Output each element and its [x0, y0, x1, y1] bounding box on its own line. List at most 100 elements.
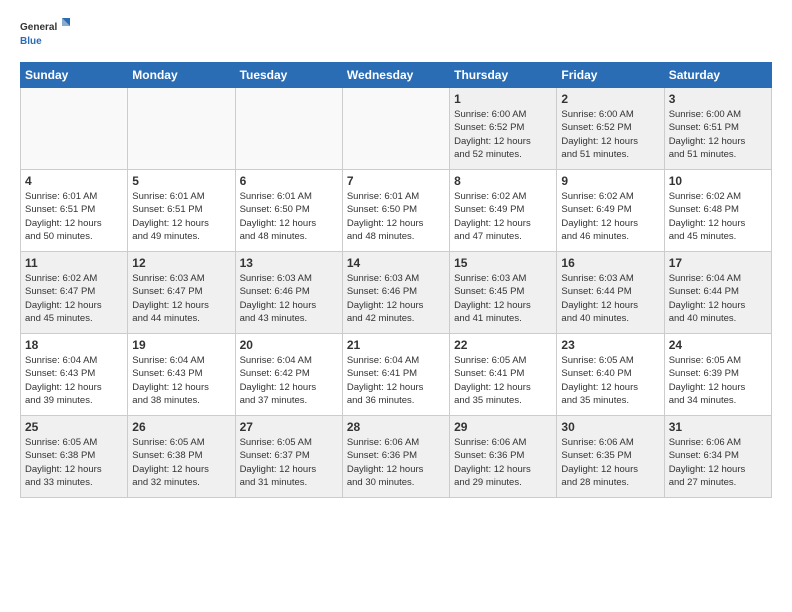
- day-info: Sunrise: 6:03 AM Sunset: 6:46 PM Dayligh…: [240, 272, 338, 325]
- day-info: Sunrise: 6:02 AM Sunset: 6:48 PM Dayligh…: [669, 190, 767, 243]
- day-info: Sunrise: 6:05 AM Sunset: 6:39 PM Dayligh…: [669, 354, 767, 407]
- calendar-cell: [21, 88, 128, 170]
- calendar-cell: 14 Sunrise: 6:03 AM Sunset: 6:46 PM Dayli…: [342, 252, 449, 334]
- calendar-cell: 17Sunrise: 6:04 AM Sunset: 6:44 PM Dayli…: [664, 252, 771, 334]
- calendar-cell: 9Sunrise: 6:02 AM Sunset: 6:49 PM Daylig…: [557, 170, 664, 252]
- day-number: 30: [561, 420, 659, 434]
- calendar-cell: [128, 88, 235, 170]
- calendar-week-2: 4 Sunrise: 6:01 AM Sunset: 6:51 PM Daylig…: [21, 170, 772, 252]
- header-thursday: Thursday: [450, 63, 557, 88]
- day-number: 8: [454, 174, 552, 188]
- day-info: Sunrise: 6:06 AM Sunset: 6:36 PM Dayligh…: [347, 436, 445, 489]
- day-number: 27: [240, 420, 338, 434]
- day-number: 24: [669, 338, 767, 352]
- calendar-cell: 7 Sunrise: 6:01 AM Sunset: 6:50 PM Daylig…: [342, 170, 449, 252]
- day-number: 1: [454, 92, 552, 106]
- calendar-cell: 23 Sunrise: 6:05 AM Sunset: 6:40 PM Dayli…: [557, 334, 664, 416]
- day-info: Sunrise: 6:06 AM Sunset: 6:35 PM Dayligh…: [561, 436, 659, 489]
- day-number: 26: [132, 420, 230, 434]
- calendar-cell: 27 Sunrise: 6:05 AM Sunset: 6:37 PM Dayli…: [235, 416, 342, 498]
- day-info: Sunrise: 6:05 AM Sunset: 6:38 PM Dayligh…: [132, 436, 230, 489]
- day-number: 3: [669, 92, 767, 106]
- calendar-cell: 12 Sunrise: 6:03 AM Sunset: 6:47 PM Dayli…: [128, 252, 235, 334]
- day-info: Sunrise: 6:02 AM Sunset: 6:49 PM Dayligh…: [561, 190, 659, 243]
- day-number: 22: [454, 338, 552, 352]
- day-number: 14: [347, 256, 445, 270]
- calendar-week-1: 1Sunrise: 6:00 AM Sunset: 6:52 PM Daylig…: [21, 88, 772, 170]
- day-number: 28: [347, 420, 445, 434]
- calendar-cell: 24 Sunrise: 6:05 AM Sunset: 6:39 PM Dayli…: [664, 334, 771, 416]
- calendar-cell: 4 Sunrise: 6:01 AM Sunset: 6:51 PM Daylig…: [21, 170, 128, 252]
- day-info: Sunrise: 6:04 AM Sunset: 6:41 PM Dayligh…: [347, 354, 445, 407]
- calendar-cell: 10 Sunrise: 6:02 AM Sunset: 6:48 PM Dayli…: [664, 170, 771, 252]
- day-info: Sunrise: 6:02 AM Sunset: 6:49 PM Dayligh…: [454, 190, 552, 243]
- day-info: Sunrise: 6:06 AM Sunset: 6:36 PM Dayligh…: [454, 436, 552, 489]
- day-info: Sunrise: 6:04 AM Sunset: 6:43 PM Dayligh…: [25, 354, 123, 407]
- day-number: 21: [347, 338, 445, 352]
- calendar-cell: 26 Sunrise: 6:05 AM Sunset: 6:38 PM Dayli…: [128, 416, 235, 498]
- day-info: Sunrise: 6:05 AM Sunset: 6:37 PM Dayligh…: [240, 436, 338, 489]
- header-saturday: Saturday: [664, 63, 771, 88]
- svg-text:General: General: [20, 22, 57, 33]
- calendar-week-5: 25 Sunrise: 6:05 AM Sunset: 6:38 PM Dayli…: [21, 416, 772, 498]
- calendar-cell: [342, 88, 449, 170]
- day-info: Sunrise: 6:03 AM Sunset: 6:44 PM Dayligh…: [561, 272, 659, 325]
- header-wednesday: Wednesday: [342, 63, 449, 88]
- day-number: 7: [347, 174, 445, 188]
- header-sunday: Sunday: [21, 63, 128, 88]
- day-number: 10: [669, 174, 767, 188]
- calendar-cell: 15 Sunrise: 6:03 AM Sunset: 6:45 PM Dayli…: [450, 252, 557, 334]
- header-tuesday: Tuesday: [235, 63, 342, 88]
- day-info: Sunrise: 6:01 AM Sunset: 6:51 PM Dayligh…: [25, 190, 123, 243]
- day-number: 15: [454, 256, 552, 270]
- calendar-cell: 20Sunrise: 6:04 AM Sunset: 6:42 PM Dayli…: [235, 334, 342, 416]
- header: General Blue: [20, 16, 772, 52]
- calendar-cell: 3Sunrise: 6:00 AM Sunset: 6:51 PM Daylig…: [664, 88, 771, 170]
- calendar-table: SundayMondayTuesdayWednesdayThursdayFrid…: [20, 62, 772, 498]
- day-info: Sunrise: 6:06 AM Sunset: 6:34 PM Dayligh…: [669, 436, 767, 489]
- day-number: 19: [132, 338, 230, 352]
- day-number: 31: [669, 420, 767, 434]
- header-monday: Monday: [128, 63, 235, 88]
- day-number: 6: [240, 174, 338, 188]
- calendar-cell: 31 Sunrise: 6:06 AM Sunset: 6:34 PM Dayli…: [664, 416, 771, 498]
- day-info: Sunrise: 6:01 AM Sunset: 6:51 PM Dayligh…: [132, 190, 230, 243]
- day-number: 11: [25, 256, 123, 270]
- day-number: 25: [25, 420, 123, 434]
- calendar-cell: 19Sunrise: 6:04 AM Sunset: 6:43 PM Dayli…: [128, 334, 235, 416]
- calendar-cell: 28 Sunrise: 6:06 AM Sunset: 6:36 PM Dayli…: [342, 416, 449, 498]
- calendar-cell: 18 Sunrise: 6:04 AM Sunset: 6:43 PM Dayli…: [21, 334, 128, 416]
- day-number: 17: [669, 256, 767, 270]
- day-number: 12: [132, 256, 230, 270]
- day-number: 23: [561, 338, 659, 352]
- calendar-week-3: 11Sunrise: 6:02 AM Sunset: 6:47 PM Dayli…: [21, 252, 772, 334]
- day-number: 5: [132, 174, 230, 188]
- calendar-cell: 2Sunrise: 6:00 AM Sunset: 6:52 PM Daylig…: [557, 88, 664, 170]
- logo: General Blue: [20, 16, 70, 52]
- day-info: Sunrise: 6:01 AM Sunset: 6:50 PM Dayligh…: [347, 190, 445, 243]
- day-number: 2: [561, 92, 659, 106]
- calendar-week-4: 18 Sunrise: 6:04 AM Sunset: 6:43 PM Dayli…: [21, 334, 772, 416]
- day-number: 4: [25, 174, 123, 188]
- calendar-cell: 11Sunrise: 6:02 AM Sunset: 6:47 PM Dayli…: [21, 252, 128, 334]
- day-info: Sunrise: 6:03 AM Sunset: 6:45 PM Dayligh…: [454, 272, 552, 325]
- calendar-cell: 21 Sunrise: 6:04 AM Sunset: 6:41 PM Dayli…: [342, 334, 449, 416]
- day-number: 18: [25, 338, 123, 352]
- day-info: Sunrise: 6:05 AM Sunset: 6:40 PM Dayligh…: [561, 354, 659, 407]
- day-info: Sunrise: 6:05 AM Sunset: 6:38 PM Dayligh…: [25, 436, 123, 489]
- calendar-body: 1Sunrise: 6:00 AM Sunset: 6:52 PM Daylig…: [21, 88, 772, 498]
- day-number: 29: [454, 420, 552, 434]
- header-friday: Friday: [557, 63, 664, 88]
- calendar-cell: 1Sunrise: 6:00 AM Sunset: 6:52 PM Daylig…: [450, 88, 557, 170]
- svg-text:Blue: Blue: [20, 36, 42, 47]
- calendar-cell: 29 Sunrise: 6:06 AM Sunset: 6:36 PM Dayli…: [450, 416, 557, 498]
- calendar-cell: 8 Sunrise: 6:02 AM Sunset: 6:49 PM Daylig…: [450, 170, 557, 252]
- day-number: 13: [240, 256, 338, 270]
- calendar-cell: 5 Sunrise: 6:01 AM Sunset: 6:51 PM Daylig…: [128, 170, 235, 252]
- day-info: Sunrise: 6:03 AM Sunset: 6:47 PM Dayligh…: [132, 272, 230, 325]
- day-number: 20: [240, 338, 338, 352]
- day-number: 16: [561, 256, 659, 270]
- day-info: Sunrise: 6:01 AM Sunset: 6:50 PM Dayligh…: [240, 190, 338, 243]
- calendar-cell: 6 Sunrise: 6:01 AM Sunset: 6:50 PM Daylig…: [235, 170, 342, 252]
- day-info: Sunrise: 6:03 AM Sunset: 6:46 PM Dayligh…: [347, 272, 445, 325]
